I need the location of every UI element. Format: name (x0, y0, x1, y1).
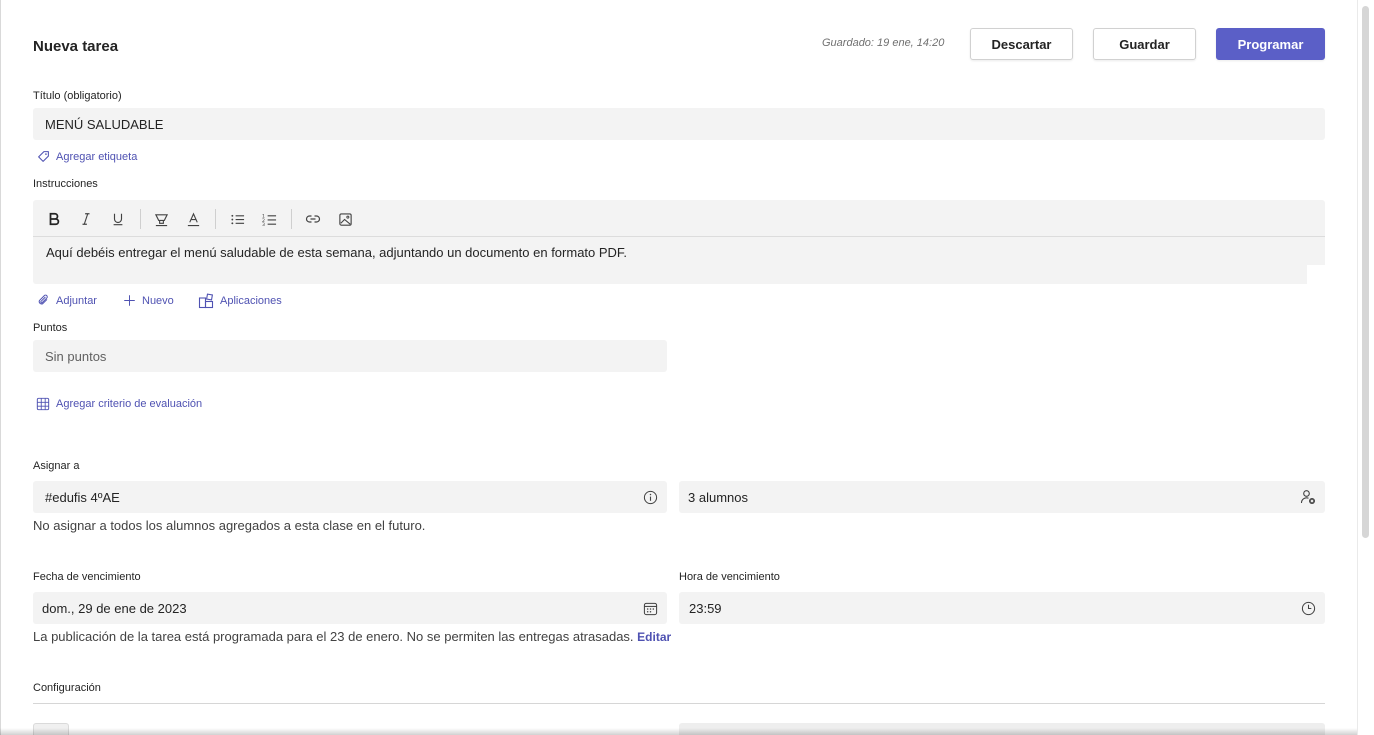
add-tag-link[interactable]: Agregar etiqueta (37, 150, 137, 163)
toolbar-separator (140, 209, 141, 229)
plus-icon (124, 295, 135, 306)
new-label: Nuevo (142, 294, 174, 307)
save-button[interactable]: Guardar (1093, 28, 1196, 60)
edit-schedule-link[interactable]: Editar (637, 630, 671, 644)
info-icon[interactable] (642, 489, 658, 505)
due-date-label: Fecha de vencimiento (33, 571, 141, 583)
assign-label: Asignar a (33, 460, 80, 472)
underline-icon[interactable] (109, 210, 127, 228)
due-date-picker[interactable]: dom., 29 de ene de 2023 (33, 592, 667, 624)
due-note: La publicación de la tarea está programa… (33, 629, 671, 644)
title-input-value: MENÚ SALUDABLE (45, 116, 164, 132)
scrollbar-thumb[interactable] (1362, 6, 1369, 538)
instructions-editor[interactable]: 123 Aquí debéis entregar el menú saludab… (33, 200, 1325, 284)
add-rubric-link[interactable]: Agregar criterio de evaluación (36, 397, 202, 411)
bullet-list-icon[interactable] (228, 210, 246, 228)
image-icon[interactable] (336, 210, 354, 228)
attach-label: Adjuntar (56, 294, 97, 307)
calendar-icon[interactable] (642, 600, 658, 616)
points-label: Puntos (33, 322, 68, 334)
grid-icon (36, 397, 50, 411)
link-icon[interactable] (304, 210, 322, 228)
points-value: Sin puntos (45, 348, 107, 364)
italic-icon[interactable] (77, 210, 95, 228)
settings-divider (33, 703, 1325, 704)
class-select[interactable]: #edufis 4ºAE (33, 481, 667, 513)
students-value: 3 alumnos (688, 489, 748, 505)
toolbar-separator (291, 209, 292, 229)
bold-icon[interactable] (45, 210, 63, 228)
attach-button[interactable]: Adjuntar (37, 294, 97, 307)
students-select[interactable]: 3 alumnos (679, 481, 1325, 513)
svg-text:3: 3 (262, 222, 265, 227)
apps-icon (198, 293, 214, 309)
formatting-toolbar: 123 (33, 200, 1325, 237)
resize-handle (1307, 265, 1325, 284)
add-rubric-label: Agregar criterio de evaluación (56, 398, 203, 410)
class-value: #edufis 4ºAE (45, 489, 120, 505)
assign-note: No asignar a todos los alumnos agregados… (33, 518, 426, 533)
schedule-button[interactable]: Programar (1216, 28, 1325, 60)
new-button[interactable]: Nuevo (123, 294, 174, 307)
font-color-icon[interactable] (184, 210, 202, 228)
clock-icon[interactable] (1300, 600, 1316, 616)
due-note-text: La publicación de la tarea está programa… (33, 629, 634, 644)
numbered-list-icon[interactable]: 123 (260, 210, 278, 228)
highlight-icon[interactable] (152, 210, 170, 228)
page-title: Nueva tarea (33, 38, 119, 55)
instructions-text[interactable]: Aquí debéis entregar el menú saludable d… (46, 245, 627, 260)
window-border (0, 0, 1, 735)
instructions-label: Instrucciones (33, 178, 98, 190)
paperclip-icon (38, 294, 48, 305)
due-time-label: Hora de vencimiento (679, 571, 780, 583)
title-input[interactable]: MENÚ SALUDABLE (33, 108, 1325, 140)
tag-icon (38, 151, 49, 162)
add-tag-label: Agregar etiqueta (56, 150, 138, 163)
toolbar-separator (215, 209, 216, 229)
saved-status: Guardado: 19 ene, 14:20 (822, 37, 945, 49)
points-select[interactable]: Sin puntos (33, 340, 667, 372)
settings-label: Configuración (33, 682, 101, 694)
due-time-picker[interactable]: 23:59 (679, 592, 1325, 624)
title-label: Título (obligatorio) (33, 90, 122, 102)
due-date-value: dom., 29 de ene de 2023 (42, 600, 187, 616)
bottom-fade (0, 728, 1357, 735)
person-settings-icon[interactable] (1300, 489, 1316, 505)
due-time-value: 23:59 (689, 600, 722, 616)
apps-label: Aplicaciones (220, 295, 282, 307)
apps-button[interactable]: Aplicaciones (198, 293, 282, 309)
discard-button[interactable]: Descartar (970, 28, 1073, 60)
